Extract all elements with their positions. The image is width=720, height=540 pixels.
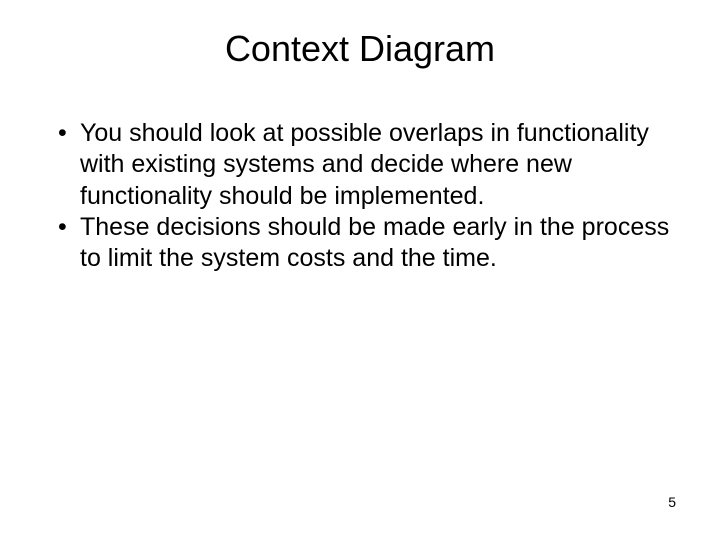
slide: Context Diagram You should look at possi…	[0, 0, 720, 540]
page-number: 5	[668, 494, 676, 510]
bullet-list: You should look at possible overlaps in …	[38, 118, 682, 274]
slide-title: Context Diagram	[38, 28, 682, 70]
list-item: These decisions should be made early in …	[58, 212, 682, 275]
list-item: You should look at possible overlaps in …	[58, 118, 682, 212]
